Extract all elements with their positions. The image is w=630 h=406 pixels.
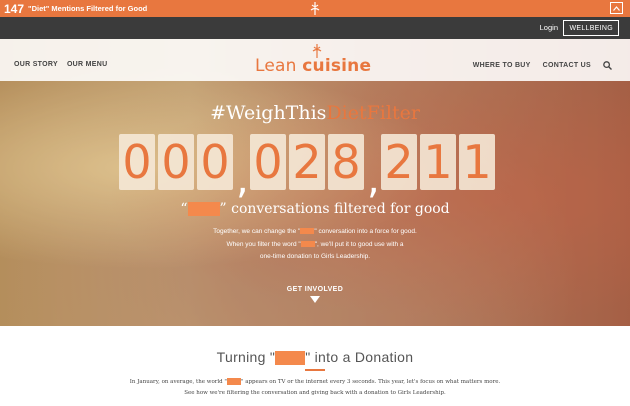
hashtag-prefix: #WeighThis — [210, 102, 327, 124]
counter-digit: 1 — [420, 134, 456, 190]
brand-name-part2: cuisine — [302, 56, 372, 76]
diet-mentions-ticker: 147 "Diet" Mentions Filtered for Good — [0, 0, 630, 17]
nav-right: WHERE TO BUY CONTACT US — [473, 61, 612, 70]
counter-digit: 1 — [459, 134, 495, 190]
login-link[interactable]: Login — [540, 23, 558, 32]
get-involved-button[interactable]: GET INVOLVED — [0, 286, 630, 303]
triangle-down-icon — [310, 296, 320, 303]
chevron-up-icon — [613, 5, 620, 11]
ticker-count: 147 — [4, 1, 25, 16]
nav-where-to-buy[interactable]: WHERE TO BUY — [473, 62, 531, 69]
sub-line2b: ", we'll put it to good use with a — [314, 240, 404, 248]
campaign-hashtag: #WeighThisDietFilter — [0, 102, 630, 124]
collapse-ticker-button[interactable] — [610, 2, 623, 14]
hero-description: Together, we can change the " " conversat… — [0, 226, 630, 264]
fork-flourish-icon — [310, 2, 320, 15]
sub-line1b: " conversation into a force for good. — [314, 228, 417, 235]
nav-contact-us[interactable]: CONTACT US — [543, 62, 591, 69]
search-icon[interactable] — [603, 61, 612, 70]
body-line1a: In January, on average, the world " — [129, 379, 227, 385]
wellbeing-button[interactable]: WELLBEING — [563, 20, 619, 36]
redacted-word — [300, 240, 315, 247]
filtered-text: conversations filtered for good — [231, 201, 450, 217]
brand-logo[interactable]: Lean cuisine — [255, 56, 371, 76]
sub-line2a: When you filter the word " — [226, 240, 301, 248]
sub-line3: one-time donation to Girls Leadership. — [259, 253, 371, 260]
counter-digit: 0 — [197, 134, 233, 190]
donation-section-title: Turning " " into a Donation — [0, 349, 630, 366]
nav-our-story[interactable]: OUR STORY — [14, 61, 58, 68]
counter-digit: 0 — [158, 134, 194, 190]
hashtag-accent: DietFilter — [326, 102, 420, 124]
section-title-a: Turning " — [216, 349, 276, 365]
title-underline — [305, 369, 325, 371]
counter-digit: 8 — [328, 134, 364, 190]
ticker-message: "Diet" Mentions Filtered for Good — [28, 4, 148, 13]
nav-our-menu[interactable]: OUR MENU — [67, 61, 108, 68]
redacted-word — [300, 228, 315, 235]
filtered-counter: 0 0 0 , 0 2 8 , 2 1 1 — [119, 134, 498, 200]
redacted-word — [226, 378, 241, 385]
filtered-headline: “” conversations filtered for good — [180, 201, 450, 217]
sub-line1a: Together, we can change the " — [213, 228, 301, 235]
counter-digit: 0 — [250, 134, 286, 190]
counter-digit: 2 — [289, 134, 325, 190]
donation-section-body: In January, on average, the world " " app… — [0, 377, 630, 399]
redacted-word — [187, 202, 220, 216]
counter-separator: , — [236, 157, 249, 203]
nav-left: OUR STORY OUR MENU — [14, 61, 107, 68]
counter-digit: 0 — [119, 134, 155, 190]
counter-separator: , — [367, 157, 380, 203]
counter-digit: 2 — [381, 134, 417, 190]
get-involved-label: GET INVOLVED — [286, 286, 344, 293]
body-line1b: " appears on TV or the internet every 3 … — [240, 379, 501, 385]
body-line2: See how we're filtering the conversation… — [184, 390, 446, 396]
redacted-word — [275, 351, 306, 366]
brand-name-part1: Lean — [255, 56, 303, 76]
section-title-b: " into a Donation — [305, 349, 414, 365]
utility-bar: Login WELLBEING — [0, 17, 630, 39]
